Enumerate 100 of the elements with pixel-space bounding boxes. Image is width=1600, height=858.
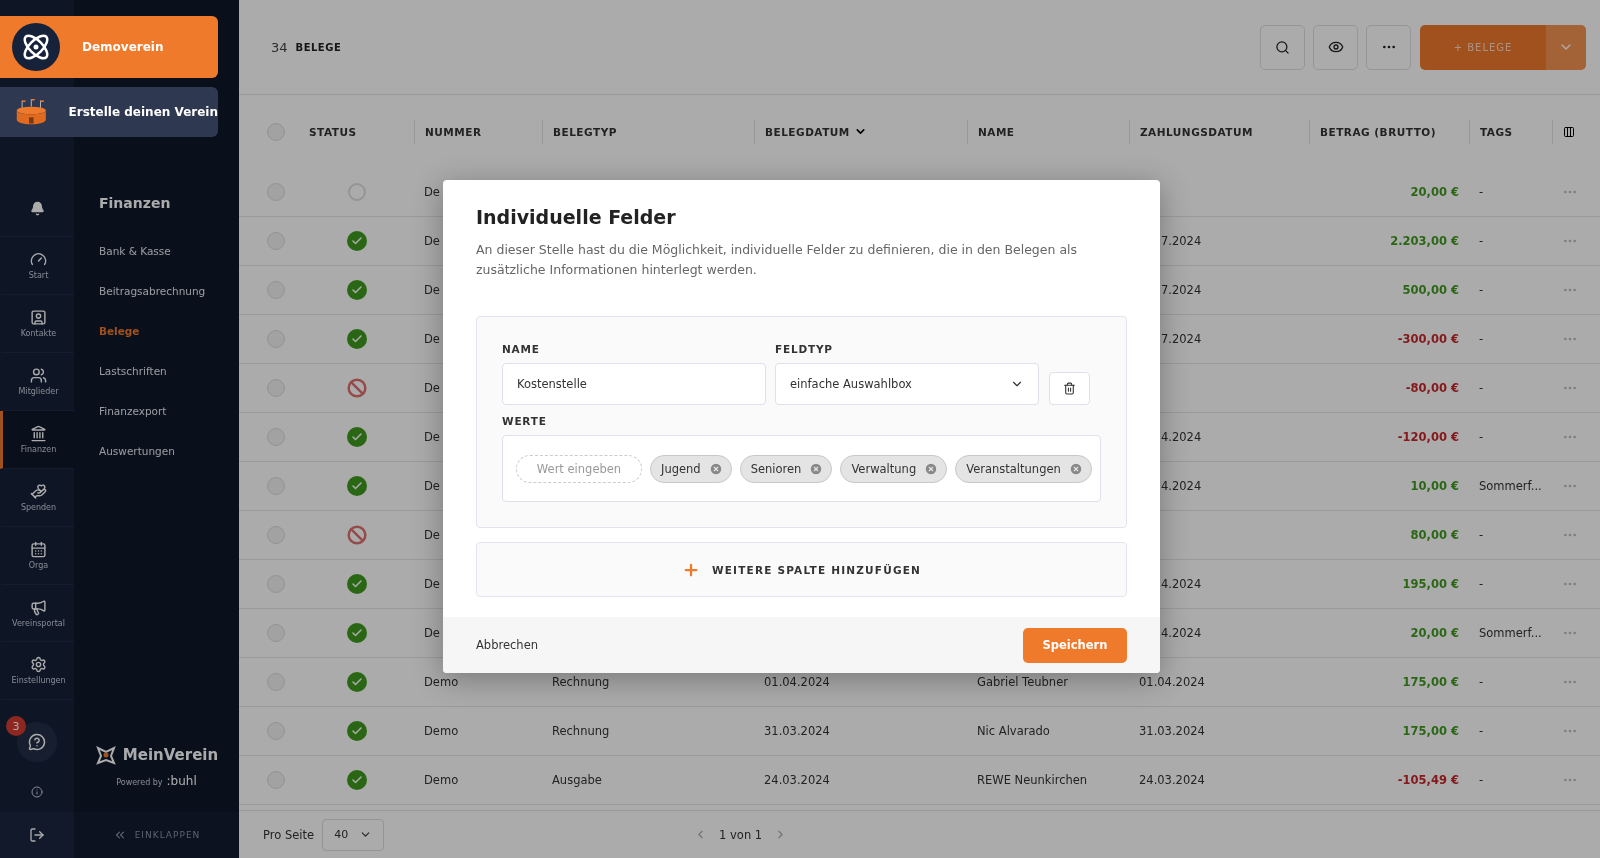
remove-icon[interactable] (924, 461, 939, 476)
logout-icon[interactable] (29, 827, 45, 844)
more-button[interactable] (1366, 24, 1411, 70)
table-cell: 24.03.2024 (764, 773, 830, 787)
table-cell: De (424, 430, 440, 444)
info-icon[interactable] (31, 786, 43, 799)
nav-label: Kontakte (20, 329, 57, 339)
value-input[interactable]: Wert eingeben (516, 454, 642, 483)
table-cell: - (1479, 577, 1484, 591)
table-cell: - (1479, 381, 1484, 395)
table-cell: - (1479, 234, 1484, 248)
field-label: NAME (502, 343, 541, 355)
table-cell: Nic Alvarado (977, 724, 1050, 738)
cancel-button[interactable]: Abbrechen (476, 638, 538, 652)
table-cell: 24.03.2024 (1139, 773, 1205, 787)
remove-icon[interactable] (708, 461, 723, 476)
amount: -300,00 € (1397, 332, 1459, 346)
amount: -80,00 € (1405, 381, 1459, 395)
column-header[interactable]: NUMMER (414, 119, 542, 144)
table-cell: 31.03.2024 (764, 724, 830, 738)
table-cell: 01.04.2024 (1139, 675, 1205, 689)
notification-badge: 3 (6, 716, 26, 737)
table-cell: Ausgabe (552, 773, 602, 787)
table-cell: 7.2024 (1161, 283, 1202, 297)
table-cell: Sommerf... (1479, 626, 1542, 640)
table-cell: 4.2024 (1161, 479, 1202, 493)
subnav-item[interactable]: Beitragsabrechnung (99, 271, 239, 311)
column-header[interactable]: BELEGDATUM (754, 119, 967, 144)
delete-button[interactable] (1049, 372, 1090, 405)
powered-by-text: Powered by (116, 778, 163, 787)
nav-label: Einstellungen (11, 676, 66, 686)
brand-name: MeinVerein (122, 746, 219, 764)
amount: 175,00 € (1402, 675, 1459, 689)
table-cell: Gabriel Teubner (977, 675, 1068, 689)
table-cell: 31.03.2024 (1139, 724, 1205, 738)
subnav-item[interactable]: Finanzexport (99, 391, 239, 431)
column-header[interactable]: TAGS (1469, 119, 1552, 144)
help-chat-button[interactable] (17, 722, 57, 763)
settings-icon (30, 656, 47, 674)
subnav-item[interactable]: Bank & Kasse (99, 231, 239, 271)
nav-label: Finanzen (20, 444, 57, 454)
nav-label: Mitglieder (18, 387, 59, 397)
bell-icon[interactable] (29, 200, 45, 216)
section-title: Finanzen (99, 195, 172, 211)
table-cell: - (1479, 675, 1484, 689)
table-cell: Demo (424, 773, 459, 787)
column-header[interactable]: STATUS (299, 119, 414, 144)
name-input[interactable]: Kostenstelle (502, 363, 766, 405)
contact-card-icon (30, 309, 47, 327)
field-type-select[interactable]: einfache Auswahlbox (775, 363, 1039, 405)
question-chat-icon (28, 733, 46, 752)
trash-icon (1063, 382, 1076, 395)
amount: -120,00 € (1397, 430, 1459, 444)
column-header[interactable]: ZAHLUNGSDATUM (1129, 119, 1309, 144)
view-button[interactable] (1313, 24, 1358, 70)
subnav-item[interactable]: Auswertungen (99, 431, 239, 471)
amount: -105,49 € (1397, 773, 1459, 787)
amount: 175,00 € (1402, 724, 1459, 738)
columns-icon[interactable] (1563, 125, 1575, 138)
amount: 195,00 € (1402, 577, 1459, 591)
amount: 20,00 € (1410, 185, 1459, 199)
nav-item[interactable]: Finanzen (0, 411, 74, 469)
table-cell: 4.2024 (1161, 430, 1202, 444)
table-cell: Demo (424, 675, 459, 689)
field-label: FELDTYP (775, 343, 834, 355)
table-cell: De (424, 381, 440, 395)
nav-label: Start (28, 271, 49, 281)
nav-label: Spenden (20, 502, 57, 512)
create-club-button[interactable]: Erstelle deinen Verein (0, 87, 218, 137)
remove-icon[interactable] (1068, 461, 1083, 476)
eye-icon (1327, 39, 1344, 55)
table-cell: De (424, 332, 440, 346)
dropdown-button[interactable] (1546, 24, 1586, 70)
value-tag: Veranstaltungen (955, 454, 1092, 483)
amount: 10,00 € (1410, 479, 1459, 493)
table-cell: 4.2024 (1161, 577, 1202, 591)
remove-icon[interactable] (809, 461, 824, 476)
table-cell: De (424, 626, 440, 640)
table-cell: - (1479, 724, 1484, 738)
column-header[interactable]: NAME (967, 119, 1129, 144)
atom-logo-icon (12, 23, 60, 71)
page-title: BELEGE (295, 41, 342, 53)
search-button[interactable] (1260, 24, 1305, 70)
nav-label: Orga (28, 560, 49, 570)
column-header[interactable]: BELEGTYP (542, 119, 754, 144)
subnav-item[interactable]: Lastschriften (99, 351, 239, 391)
table-cell: De (424, 528, 440, 542)
table-cell: - (1479, 185, 1484, 199)
table-cell: Demo (424, 724, 459, 738)
calendar-icon (30, 540, 47, 558)
record-count: 34 (271, 39, 288, 55)
amount: 2.203,00 € (1390, 234, 1459, 248)
table-cell: De (424, 577, 440, 591)
megaphone-icon (30, 598, 47, 616)
column-header[interactable]: BETRAG (BRUTTO) (1309, 119, 1469, 144)
add-column-button[interactable]: WEITERE SPALTE HINZUFÜGEN (476, 542, 1127, 597)
table-cell: De (424, 479, 440, 493)
per-page-label: Pro Seite (263, 827, 315, 842)
per-page-select[interactable]: 40 (322, 818, 385, 851)
table-cell: REWE Neunkirchen (977, 773, 1088, 787)
